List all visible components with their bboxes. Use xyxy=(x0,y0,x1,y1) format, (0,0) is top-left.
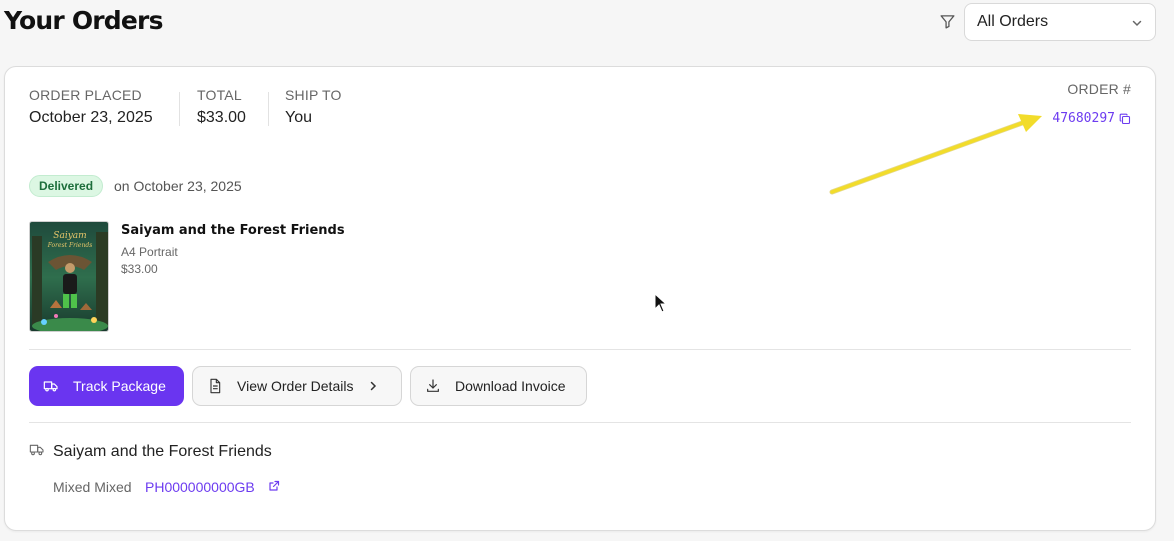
item-title[interactable]: Saiyam and the Forest Friends xyxy=(121,223,345,238)
divider xyxy=(29,349,1131,350)
status-badge: Delivered xyxy=(29,175,104,197)
divider xyxy=(29,422,1131,423)
order-total: TOTAL $33.00 xyxy=(197,87,246,127)
truck-icon xyxy=(43,381,58,392)
view-order-details-label: View Order Details xyxy=(237,378,354,394)
truck-icon xyxy=(29,444,44,456)
download-invoice-button[interactable]: Download Invoice xyxy=(410,366,587,406)
download-invoice-label: Download Invoice xyxy=(455,378,566,394)
chevron-down-icon xyxy=(1132,20,1142,27)
meta-divider xyxy=(268,92,269,126)
order-number[interactable]: 47680297 xyxy=(1052,111,1115,126)
svg-text:Saiyam: Saiyam xyxy=(53,231,86,241)
mouse-cursor-icon xyxy=(654,293,668,313)
chevron-right-icon xyxy=(371,381,377,391)
shipment-title: Saiyam and the Forest Friends xyxy=(53,443,272,460)
shipment-carrier: Mixed Mixed xyxy=(53,479,132,495)
order-card: ORDER PLACED October 23, 2025 TOTAL $33.… xyxy=(4,66,1156,531)
order-total-label: TOTAL xyxy=(197,87,242,103)
track-package-label: Track Package xyxy=(73,378,166,394)
ship-to-label: SHIP TO xyxy=(285,87,342,103)
ship-to-value: You xyxy=(285,109,312,126)
copy-icon[interactable] xyxy=(1119,113,1131,125)
item-variant: A4 Portrait xyxy=(121,245,178,259)
ship-to: SHIP TO You xyxy=(285,87,342,127)
product-thumbnail[interactable]: Saiyam Forest Friends xyxy=(29,221,109,332)
orders-page: Your Orders All Orders ORDER PLACED Octo… xyxy=(0,0,1174,541)
view-order-details-button[interactable]: View Order Details xyxy=(192,366,402,406)
order-placed-value: October 23, 2025 xyxy=(29,109,153,126)
download-icon xyxy=(427,379,439,392)
filter-icon[interactable] xyxy=(939,13,956,30)
meta-divider xyxy=(179,92,180,126)
tracking-link[interactable]: PH000000000GB xyxy=(145,479,255,495)
order-filter-select[interactable]: All Orders xyxy=(964,3,1156,41)
book-cover-image: Saiyam Forest Friends xyxy=(30,222,108,331)
item-price: $33.00 xyxy=(121,262,158,276)
status-date: on October 23, 2025 xyxy=(114,178,242,194)
track-package-button[interactable]: Track Package xyxy=(29,366,184,406)
order-placed-label: ORDER PLACED xyxy=(29,87,142,103)
order-filter-value: All Orders xyxy=(977,13,1049,30)
order-placed: ORDER PLACED October 23, 2025 xyxy=(29,87,153,127)
svg-text:Forest Friends: Forest Friends xyxy=(47,242,93,249)
order-number-label: ORDER # xyxy=(1067,81,1131,97)
external-link-icon[interactable] xyxy=(268,480,280,492)
page-title: Your Orders xyxy=(4,6,163,35)
order-total-value: $33.00 xyxy=(197,109,246,126)
document-icon xyxy=(210,378,221,394)
